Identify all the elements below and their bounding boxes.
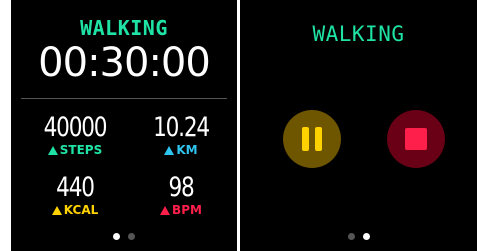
stat-heart-rate: 98 BPM — [131, 174, 231, 216]
stat-steps: 40000 STEPS — [25, 114, 125, 156]
page-indicator — [11, 233, 237, 240]
activity-title: WALKING — [80, 16, 168, 40]
triangle-up-icon — [160, 205, 171, 215]
stat-distance: 10.24 KM — [131, 114, 231, 156]
pause-icon — [299, 127, 325, 151]
heart-rate-unit: BPM — [172, 203, 202, 217]
heart-rate-label: BPM — [131, 204, 231, 216]
steps-label: STEPS — [25, 144, 125, 156]
workout-controls-screen: WALKING — [240, 0, 477, 251]
heart-rate-value: 98 — [168, 172, 194, 203]
activity-title: WALKING — [312, 22, 405, 46]
stop-button[interactable] — [387, 110, 445, 168]
divider — [21, 98, 227, 99]
calories-value: 440 — [56, 172, 95, 203]
pause-button[interactable] — [283, 110, 341, 168]
stop-icon — [405, 128, 427, 150]
steps-value: 40000 — [43, 112, 108, 143]
steps-unit: STEPS — [59, 143, 103, 157]
elapsed-timer: 00:30:00 — [38, 40, 211, 86]
page-dot-1[interactable] — [347, 233, 355, 240]
page-dot-2[interactable] — [128, 233, 135, 240]
triangle-up-icon — [47, 145, 58, 155]
calories-unit: KCAL — [63, 203, 99, 217]
page-dot-1[interactable] — [113, 233, 120, 240]
page-dot-2[interactable] — [362, 233, 370, 240]
workout-stats-screen: WALKING 00:30:00 40000 STEPS 10.24 KM 44… — [11, 0, 237, 251]
triangle-up-icon — [164, 145, 175, 155]
distance-value: 10.24 — [153, 112, 210, 143]
distance-label: KM — [131, 144, 231, 156]
page-indicator — [240, 233, 477, 240]
calories-label: KCAL — [25, 204, 125, 216]
distance-unit: KM — [176, 143, 198, 157]
triangle-up-icon — [51, 205, 62, 215]
stat-calories: 440 KCAL — [25, 174, 125, 216]
